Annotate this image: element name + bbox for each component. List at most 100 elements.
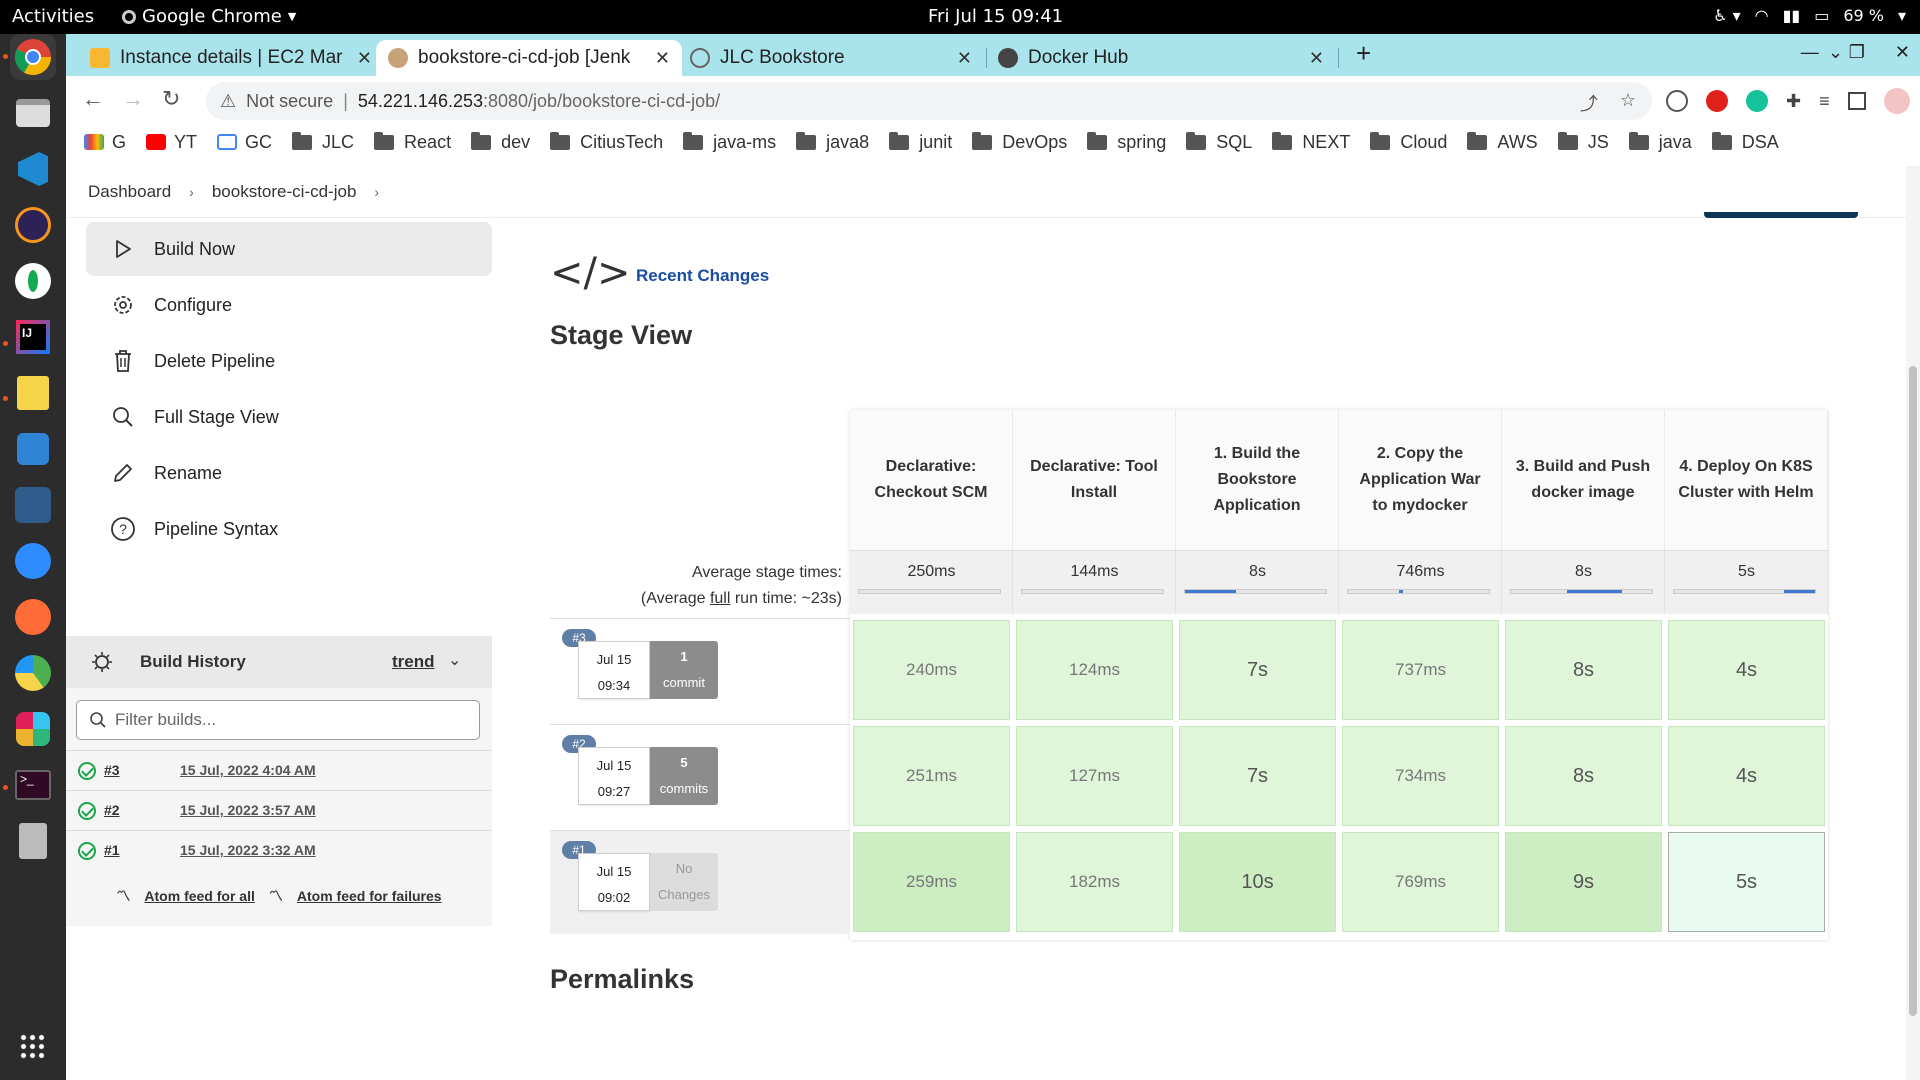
eclipse-icon[interactable]: [10, 202, 56, 248]
activities-button[interactable]: Activities: [12, 6, 94, 27]
stage-cell[interactable]: 7s: [1179, 620, 1336, 720]
slack-icon[interactable]: [10, 706, 56, 752]
bookmark-folder-js[interactable]: JS: [1557, 131, 1609, 153]
stage-cell[interactable]: 4s: [1668, 620, 1825, 720]
bookmark-folder-junit[interactable]: junit: [889, 131, 952, 153]
mongodb-compass-icon[interactable]: [10, 258, 56, 304]
trash-icon[interactable]: [10, 818, 56, 864]
avg-full-link[interactable]: full: [710, 590, 730, 607]
tab-docker-hub[interactable]: Docker Hub ✕: [986, 40, 1336, 76]
terminal-icon[interactable]: >_: [10, 762, 56, 808]
disk-usage-icon[interactable]: [10, 650, 56, 696]
bookmark-folder-next[interactable]: NEXT: [1272, 131, 1350, 153]
task-configure[interactable]: Configure: [86, 278, 492, 332]
build-date-link[interactable]: 15 Jul, 2022 3:32 AM: [180, 842, 316, 858]
tab-jlc-bookstore[interactable]: JLC Bookstore ✕: [678, 40, 984, 76]
filter-builds-input[interactable]: Filter builds...: [76, 700, 480, 740]
close-icon[interactable]: ✕: [1309, 48, 1324, 69]
build-number-link[interactable]: #2: [104, 802, 120, 818]
stage-cell[interactable]: 5s: [1668, 832, 1825, 932]
app-menu[interactable]: Google Chrome ▼: [122, 6, 296, 27]
bookmark-folder-cloud[interactable]: Cloud: [1370, 131, 1447, 153]
files-icon[interactable]: [10, 90, 56, 136]
bookmark-folder-java-ms[interactable]: java-ms: [683, 131, 776, 153]
restore-icon[interactable]: ❐: [1849, 42, 1865, 63]
close-icon[interactable]: ✕: [357, 48, 372, 69]
build-row[interactable]: #1 15 Jul, 2022 3:32 AM: [66, 830, 492, 870]
bookmark-folder-dsa[interactable]: DSA: [1711, 131, 1779, 153]
share-icon[interactable]: ⤴: [1580, 90, 1598, 116]
extensions-puzzle-icon[interactable]: ✚: [1786, 91, 1801, 112]
not-secure-label[interactable]: Not secure: [246, 91, 333, 112]
build-row[interactable]: #3 15 Jul, 2022 4:04 AM: [66, 750, 492, 790]
bookmark-folder-java8[interactable]: java8: [796, 131, 869, 153]
scrollbar-thumb[interactable]: [1909, 366, 1917, 1016]
stage-cell[interactable]: 251ms: [853, 726, 1010, 826]
bookmark-folder-aws[interactable]: AWS: [1467, 131, 1538, 153]
stage-cell[interactable]: 737ms: [1342, 620, 1499, 720]
recent-changes-link[interactable]: Recent Changes: [636, 266, 769, 286]
stage-cell[interactable]: 127ms: [1016, 726, 1173, 826]
close-icon[interactable]: ✕: [655, 48, 670, 69]
task-rename[interactable]: Rename: [86, 446, 492, 500]
minimize-icon[interactable]: —: [1801, 42, 1819, 63]
profile-avatar[interactable]: [1883, 88, 1910, 114]
bookmark-folder-react[interactable]: React: [374, 131, 451, 153]
stage-cell[interactable]: 8s: [1505, 726, 1662, 826]
zoom-icon[interactable]: [10, 538, 56, 584]
task-pipeline-syntax[interactable]: ? Pipeline Syntax: [86, 502, 492, 556]
run-changes[interactable]: 1 commit: [650, 641, 718, 699]
accessibility-icon[interactable]: ♿ ▾: [1713, 6, 1740, 25]
bookmark-folder-java[interactable]: java: [1628, 131, 1692, 153]
stage-cell[interactable]: 240ms: [853, 620, 1010, 720]
software-store-icon[interactable]: [10, 426, 56, 472]
close-icon[interactable]: ✕: [957, 48, 972, 69]
stage-cell[interactable]: 8s: [1505, 620, 1662, 720]
url-text[interactable]: 54.221.146.253:8080/job/bookstore-ci-cd-…: [358, 91, 720, 112]
postman-icon[interactable]: [10, 594, 56, 640]
reload-icon[interactable]: ↻: [162, 86, 180, 112]
vscode-icon[interactable]: [10, 146, 56, 192]
stage-cell[interactable]: 9s: [1505, 832, 1662, 932]
stage-cell[interactable]: 7s: [1179, 726, 1336, 826]
stage-cell[interactable]: 769ms: [1342, 832, 1499, 932]
stage-cell[interactable]: 734ms: [1342, 726, 1499, 826]
stage-cell[interactable]: 4s: [1668, 726, 1825, 826]
run-changes[interactable]: 5 commits: [650, 747, 718, 805]
close-window-icon[interactable]: ✕: [1895, 42, 1910, 63]
bookmark-folder-dev[interactable]: dev: [471, 131, 530, 153]
build-date-link[interactable]: 15 Jul, 2022 4:04 AM: [180, 762, 316, 778]
tab-ec2[interactable]: Instance details | EC2 Mar ✕: [78, 40, 384, 76]
partially-visible-button[interactable]: [1704, 212, 1858, 218]
task-build-now[interactable]: Build Now: [86, 222, 492, 276]
build-number-link[interactable]: #1: [104, 842, 120, 858]
new-tab-button[interactable]: +: [1356, 38, 1371, 69]
task-full-stage-view[interactable]: Full Stage View: [86, 390, 492, 444]
opera-vpn-icon[interactable]: [1706, 90, 1728, 112]
reading-list-icon[interactable]: ≡: [1819, 91, 1830, 112]
clock[interactable]: Fri Jul 15 09:41: [928, 6, 1063, 27]
atom-feed-failures-link[interactable]: Atom feed for failures: [297, 888, 442, 904]
bookmark-folder-citiustech[interactable]: CitiusTech: [550, 131, 663, 153]
run-changes[interactable]: No Changes: [650, 853, 718, 911]
build-row[interactable]: #2 15 Jul, 2022 3:57 AM: [66, 790, 492, 830]
show-apps-icon[interactable]: [10, 1024, 56, 1070]
grammarly-icon[interactable]: [1746, 90, 1768, 112]
task-delete-pipeline[interactable]: Delete Pipeline: [86, 334, 492, 388]
system-tray[interactable]: ♿ ▾ ◠ ▮▮ ▭ 69 % ▾: [1713, 6, 1906, 25]
stage-cell[interactable]: 10s: [1179, 832, 1336, 932]
warning-icon[interactable]: ⚠: [220, 91, 236, 112]
bookmark-folder-spring[interactable]: spring: [1087, 131, 1166, 153]
stage-cell[interactable]: 182ms: [1016, 832, 1173, 932]
side-panel-icon[interactable]: [1847, 92, 1866, 110]
stage-cell[interactable]: 259ms: [853, 832, 1010, 932]
bookmark-folder-devops[interactable]: DevOps: [972, 131, 1067, 153]
bookmark-youtube[interactable]: YT: [146, 132, 197, 153]
intellij-icon[interactable]: IJ: [10, 314, 56, 360]
chrome-launcher-icon[interactable]: [10, 34, 56, 80]
breadcrumb-dashboard[interactable]: Dashboard: [88, 182, 171, 202]
chevron-down-icon[interactable]: ⌄: [448, 650, 461, 670]
bookmark-folder-jlc[interactable]: JLC: [292, 131, 354, 153]
bookmark-star-icon[interactable]: ☆: [1620, 90, 1636, 116]
tab-jenkins[interactable]: bookstore-ci-cd-job [Jenk ✕: [376, 40, 682, 76]
